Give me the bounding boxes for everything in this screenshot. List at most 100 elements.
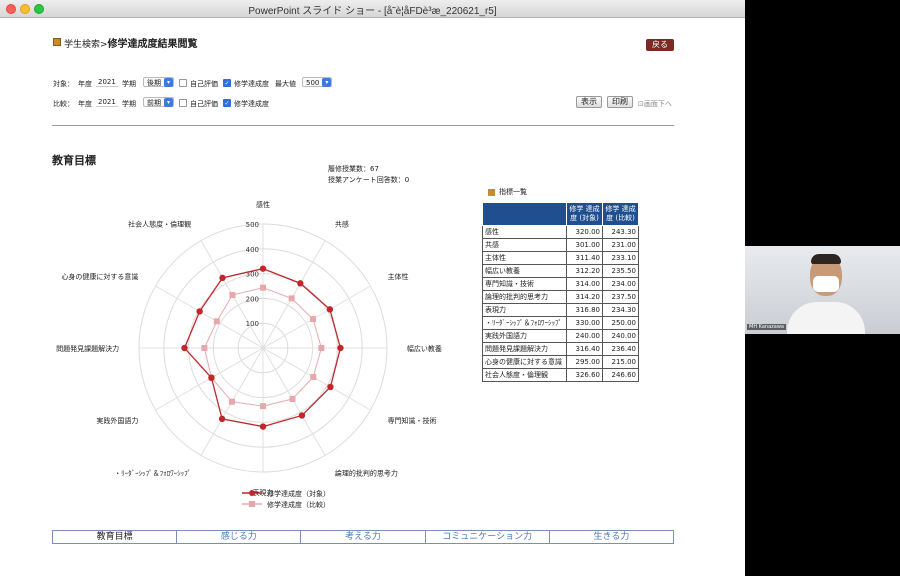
divider: [52, 125, 674, 126]
table-cell-name: 論理的批判的思考力: [482, 290, 567, 304]
back-button[interactable]: 戻る: [646, 39, 674, 51]
target-self-eval-checkbox[interactable]: [179, 79, 187, 87]
compare-term-value: 前期: [147, 99, 161, 107]
grid-spoke: [262, 285, 371, 349]
breadcrumb-link[interactable]: 学生検索>: [64, 40, 108, 50]
print-button[interactable]: 印刷: [607, 96, 633, 108]
data-point-compare: [310, 316, 317, 323]
breadcrumb: 学生検索>修学達成度結果閲覧: [64, 35, 198, 50]
chevron-down-icon: ▾: [164, 78, 173, 87]
tab-4[interactable]: 生きる力: [550, 531, 673, 543]
max-value: 500: [306, 79, 320, 87]
chevron-down-icon: ▾: [322, 78, 332, 87]
data-point-compare: [310, 374, 317, 381]
table-cell-compare: 234.00: [602, 277, 639, 291]
data-point-compare: [260, 403, 266, 410]
table-header-name: [482, 202, 567, 226]
title-bar: PowerPoint スライド ショー - [å˜è¦åFDè³æ_220621…: [0, 0, 745, 18]
table-cell-target: 316.80: [566, 303, 603, 317]
course-count-value: 67: [370, 165, 379, 173]
compare-achieve-checkbox[interactable]: ✓: [223, 99, 231, 107]
target-year-label: 年度: [78, 80, 92, 88]
compare-self-eval-checkbox[interactable]: [179, 99, 187, 107]
table-cell-compare: 234.30: [602, 303, 639, 317]
max-value-label: 最大値: [275, 80, 296, 88]
data-point-target: [259, 265, 267, 272]
person-body: [787, 302, 865, 334]
table-row: 感性 320.00 243.30: [482, 225, 639, 239]
table-row: 社会人態度・倫理観 326.60 246.60: [482, 368, 639, 382]
category-tabs: 教育目標 感じる力 考える力 コミュニケーション力 生きる力: [52, 530, 674, 544]
category-label: 実践外国語力: [96, 416, 138, 425]
tab-2[interactable]: 考える力: [301, 531, 426, 543]
target-term-label: 学期: [122, 80, 136, 88]
table-cell-target: 312.20: [566, 264, 603, 278]
category-label: 社会人態度・倫理観: [128, 219, 191, 228]
table-row: 心身の健康に対する意識 295.00 215.00: [482, 355, 639, 369]
category-label: 専門知識・技術: [388, 416, 437, 425]
table-cell-compare: 236.40: [602, 342, 639, 356]
legend-label-0: 修学達成度（対象）: [267, 489, 330, 498]
table-cell-target: 314.00: [566, 277, 603, 291]
data-point-target: [208, 374, 215, 381]
table-cell-compare: 243.30: [602, 225, 639, 239]
max-value-select[interactable]: 500 ▾: [302, 77, 333, 87]
data-point-target: [219, 274, 226, 282]
table-cell-name: 心身の健康に対する意識: [482, 355, 567, 369]
data-point-target: [298, 412, 306, 419]
video-thumbnail: MH Kanazawa: [745, 246, 900, 334]
table-cell-target: 330.00: [566, 316, 603, 330]
table-cell-compare: 235.50: [602, 264, 639, 278]
tab-0[interactable]: 教育目標: [53, 531, 178, 543]
data-point-target: [326, 306, 334, 313]
category-label: 共感: [335, 219, 349, 228]
data-point-compare: [288, 295, 295, 302]
table-cell-name: 実践外国語力: [482, 329, 567, 343]
course-count-label: 履修授業数：: [328, 165, 370, 173]
compare-label: 比較：: [53, 100, 74, 108]
table-row: 論理的批判的思考力 314.20 237.50: [482, 290, 639, 304]
table-cell-compare: 246.60: [602, 368, 639, 382]
list-icon: [488, 189, 495, 196]
table-cell-name: 感性: [482, 225, 567, 239]
category-label: 問題発見課題解決力: [56, 344, 119, 353]
table-cell-name: 専門知識・技術: [482, 277, 567, 291]
data-point-compare: [318, 345, 325, 351]
table-row: 幅広い教養 312.20 235.50: [482, 264, 639, 278]
section-title: 教育目標: [52, 154, 96, 167]
compare-achieve-label: 修学達成度: [234, 100, 269, 108]
data-point-target: [337, 344, 344, 352]
compare-year-field[interactable]: 2021: [96, 98, 118, 107]
category-label: 感性: [256, 200, 270, 209]
table-row: 実践外国語力 240.00 240.00: [482, 329, 639, 343]
target-term-select[interactable]: 後期 ▾: [143, 77, 174, 87]
tab-1[interactable]: 感じる力: [177, 531, 302, 543]
person-hair: [811, 254, 841, 264]
tab-3[interactable]: コミュニケーション力: [426, 531, 550, 543]
window-title: PowerPoint スライド ショー - [å˜è¦åFDè³æ_220621…: [248, 6, 497, 17]
table-row: ・ﾘｰﾀﾞｰｼｯﾌﾟ＆ﾌｫﾛﾜｰｼｯﾌﾟ 330.00 250.00: [482, 316, 639, 330]
grid-spoke: [262, 240, 326, 349]
table-row: 専門知識・技術 314.00 234.00: [482, 277, 639, 291]
table-cell-target: 240.00: [566, 329, 603, 343]
table-cell-name: 共感: [482, 238, 567, 252]
data-point-target: [196, 308, 203, 315]
compare-term-select[interactable]: 前期 ▾: [143, 97, 174, 107]
course-count: 履修授業数：67: [328, 164, 379, 174]
table-cell-compare: 231.00: [602, 238, 639, 252]
scroll-down-link[interactable]: ⊡画面下へ: [638, 99, 672, 109]
data-point-compare: [201, 345, 208, 351]
table-cell-target: 316.40: [566, 342, 603, 356]
data-point-target: [181, 344, 188, 352]
folder-icon: [53, 38, 61, 46]
tick-label: 100: [246, 320, 259, 328]
target-achieve-checkbox[interactable]: ✓: [223, 79, 231, 87]
tick-label: 200: [246, 295, 259, 303]
data-point-target: [218, 415, 226, 423]
table-cell-name: 主体性: [482, 251, 567, 265]
target-achieve-label: 修学達成度: [234, 80, 269, 88]
display-button[interactable]: 表示: [576, 96, 602, 108]
target-year-field[interactable]: 2021: [96, 78, 118, 87]
table-row: 共感 301.00 231.00: [482, 238, 639, 252]
radar-chart: 100200300400500感性共感主体性幅広い教養専門知識・技術論理的批判的…: [56, 200, 442, 509]
